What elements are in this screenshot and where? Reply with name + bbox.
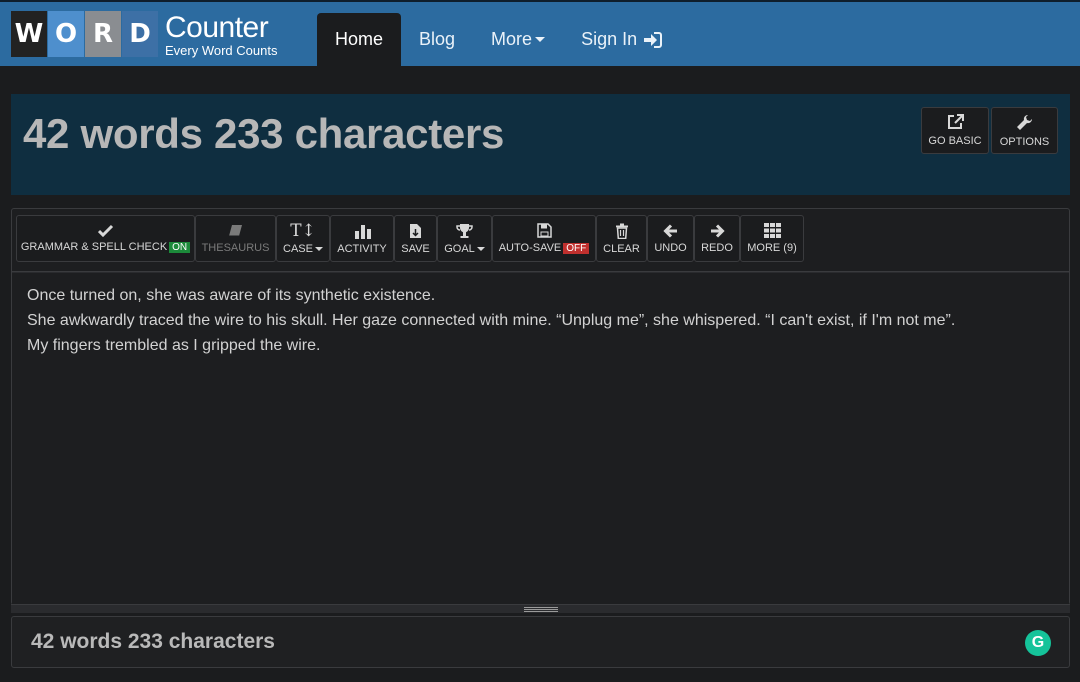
thesaurus-button[interactable]: THESAURUS	[195, 215, 276, 262]
sign-in-icon	[644, 31, 663, 48]
undo-button[interactable]: UNDO	[647, 215, 694, 262]
grammarly-icon[interactable]: G	[1025, 630, 1051, 656]
more-tools-label: MORE (9)	[747, 242, 797, 254]
activity-label: ACTIVITY	[337, 242, 387, 255]
footer-count-bar: 42 words 233 characters G	[11, 616, 1070, 668]
save-button[interactable]: SAVE	[394, 215, 437, 262]
external-link-icon	[947, 114, 964, 129]
nav-more-label: More	[491, 29, 533, 49]
logo-tile-d: D	[122, 11, 158, 57]
nav-sign-in[interactable]: Sign In	[563, 13, 680, 66]
goal-dropdown-button[interactable]: GOAL	[437, 215, 492, 262]
options-label: OPTIONS	[999, 135, 1050, 148]
download-file-icon	[410, 223, 421, 238]
redo-button[interactable]: REDO	[694, 215, 740, 262]
nav-blog-label: Blog	[419, 29, 456, 49]
logo-tagline: Every Word Counts	[165, 43, 278, 58]
grammar-label: GRAMMAR & SPELL CHECK	[20, 241, 168, 253]
wrench-icon	[1017, 114, 1033, 130]
text-input-area[interactable]: Once turned on, she was aware of its syn…	[12, 272, 1069, 604]
text-line: My fingers trembled as I gripped the wir…	[27, 337, 321, 354]
grammar-spell-check-button[interactable]: GRAMMAR & SPELL CHECK ON	[16, 215, 195, 262]
go-basic-label: GO BASIC	[928, 135, 982, 147]
resize-handle[interactable]	[11, 604, 1070, 613]
nav-sign-in-label: Sign In	[581, 29, 638, 49]
trophy-icon	[456, 223, 473, 238]
logo-tile-r: R	[85, 11, 121, 57]
case-dropdown-button[interactable]: T↕ CASE	[276, 215, 330, 262]
word-character-count-title: 42 words 233 characters	[23, 110, 505, 157]
options-button[interactable]: OPTIONS	[991, 107, 1058, 154]
grammar-label-row: GRAMMAR & SPELL CHECK ON	[20, 241, 191, 253]
top-navbar: W O R D Counter Every Word Counts Home B…	[0, 0, 1080, 66]
goal-label-row: GOAL	[444, 243, 485, 255]
editor-toolbar: GRAMMAR & SPELL CHECK ON THESAURUS T↕ CAS…	[12, 209, 1069, 272]
undo-label: UNDO	[654, 241, 687, 254]
activity-button[interactable]: ACTIVITY	[330, 215, 394, 262]
grid-icon	[763, 223, 781, 238]
case-label-row: CASE	[283, 243, 323, 255]
logo-text: Counter Every Word Counts	[165, 11, 278, 58]
auto-save-label-row: AUTO-SAVE OFF	[499, 242, 590, 254]
caret-down-icon	[535, 37, 546, 42]
caret-down-icon	[476, 246, 485, 251]
arrow-left-icon	[663, 223, 677, 238]
grammar-status-badge: ON	[169, 242, 191, 253]
bar-chart-icon	[354, 224, 371, 239]
goal-label: GOAL	[444, 242, 475, 255]
nav-blog[interactable]: Blog	[401, 13, 473, 66]
grammarly-letter: G	[1031, 634, 1045, 651]
nav-home[interactable]: Home	[317, 13, 402, 66]
arrow-right-icon	[710, 223, 725, 238]
main-nav: Home Blog More Sign In	[317, 13, 680, 66]
save-label: SAVE	[401, 242, 430, 255]
redo-label: REDO	[701, 241, 733, 254]
text-line: Once turned on, she was aware of its syn…	[27, 287, 436, 304]
case-label: CASE	[283, 242, 313, 255]
auto-save-label: AUTO-SAVE	[498, 242, 562, 254]
auto-save-button[interactable]: AUTO-SAVE OFF	[492, 215, 596, 262]
more-tools-button[interactable]: MORE (9)	[740, 215, 804, 262]
text-line: She awkwardly traced the wire to his sku…	[27, 312, 956, 329]
logo-main-text: Counter	[165, 11, 269, 44]
trash-icon	[615, 223, 628, 239]
go-basic-button[interactable]: GO BASIC	[921, 107, 989, 154]
footer-word-character-count: 42 words 233 characters	[31, 630, 275, 653]
book-icon	[229, 224, 242, 236]
text-case-icon: T↕	[290, 220, 316, 241]
site-logo[interactable]: W O R D Counter Every Word Counts	[11, 11, 277, 57]
logo-tile-o: O	[48, 11, 84, 57]
thesaurus-label: THESAURUS	[201, 241, 270, 254]
header-buttons: GO BASIC OPTIONS	[921, 107, 1058, 154]
nav-more-dropdown[interactable]: More	[473, 13, 563, 66]
clear-button[interactable]: CLEAR	[596, 215, 647, 262]
resize-grip-icon	[524, 607, 558, 612]
count-panel: 42 words 233 characters GO BASIC OPTIONS	[11, 94, 1070, 195]
clear-label: CLEAR	[603, 242, 640, 255]
auto-save-status-badge: OFF	[563, 243, 590, 254]
editor-container: GRAMMAR & SPELL CHECK ON THESAURUS T↕ CAS…	[11, 208, 1070, 605]
logo-tile-w: W	[11, 11, 47, 57]
caret-down-icon	[314, 246, 323, 251]
checkmark-icon	[97, 224, 113, 237]
floppy-disk-icon	[536, 223, 552, 238]
nav-home-label: Home	[335, 29, 384, 49]
